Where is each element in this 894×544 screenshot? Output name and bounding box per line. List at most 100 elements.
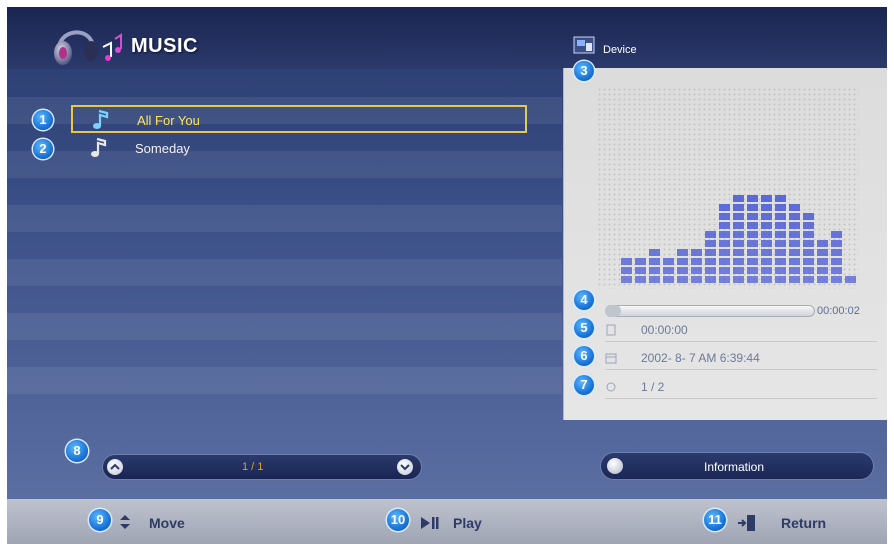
equalizer-bar-segment [649, 267, 660, 274]
equalizer-bar-segment [677, 267, 688, 274]
track-title: Someday [135, 141, 190, 156]
equalizer-bar-segment [775, 213, 786, 220]
equalizer-bar-segment [733, 222, 744, 229]
equalizer-bar-segment [775, 222, 786, 229]
info-row-elapsed: 00:00:00 [605, 320, 877, 342]
equalizer-bar-segment [803, 222, 814, 229]
equalizer-bar-segment [733, 267, 744, 274]
equalizer-bar-segment [719, 204, 730, 211]
equalizer-bar-segment [789, 231, 800, 238]
file-icon [606, 324, 616, 336]
equalizer-bar-segment [761, 222, 772, 229]
equalizer-bar-segment [719, 240, 730, 247]
equalizer-bar-segment [789, 240, 800, 247]
equalizer-bar-segment [775, 195, 786, 202]
page-down-button[interactable] [397, 459, 413, 475]
equalizer-bar-segment [635, 276, 646, 283]
equalizer-bar-segment [649, 258, 660, 265]
equalizer-bar-segment [775, 267, 786, 274]
equalizer-bar-segment [733, 240, 744, 247]
track-index: 1 / 2 [641, 380, 665, 394]
equalizer-bar-segment [761, 195, 772, 202]
elapsed-time: 00:00:00 [641, 323, 688, 337]
play-hint: Play [453, 515, 482, 531]
equalizer-bar-segment [677, 276, 688, 283]
callout-badge-3: 3 [574, 61, 594, 81]
equalizer-bar-segment [719, 231, 730, 238]
equalizer-bar-segment [733, 258, 744, 265]
equalizer-bar-segment [761, 231, 772, 238]
track-title: All For You [137, 113, 200, 128]
equalizer-bar-segment [705, 240, 716, 247]
progress-knob[interactable] [605, 305, 621, 317]
callout-badge-8: 8 [66, 440, 88, 462]
device-icon [573, 36, 595, 54]
equalizer-bar-segment [775, 231, 786, 238]
list-item[interactable]: Someday [71, 135, 527, 163]
equalizer-bar-segment [831, 276, 842, 283]
equalizer-bar-segment [677, 258, 688, 265]
equalizer-bar-segment [705, 258, 716, 265]
equalizer-bar-segment [663, 267, 674, 274]
equalizer-bar-segment [831, 258, 842, 265]
progress-bar[interactable] [605, 305, 815, 317]
equalizer-bar-segment [803, 231, 814, 238]
equalizer-bar-segment [747, 276, 758, 283]
equalizer-bar-segment [775, 276, 786, 283]
equalizer-visualizer [597, 87, 859, 289]
equalizer-bar-segment [761, 267, 772, 274]
equalizer-bar-segment [803, 213, 814, 220]
equalizer-bar-segment [817, 240, 828, 247]
equalizer-bar-segment [677, 249, 688, 256]
info-row-track: 1 / 2 [605, 377, 877, 399]
equalizer-bar-segment [817, 258, 828, 265]
equalizer-bar-segment [747, 231, 758, 238]
equalizer-bar-segment [789, 258, 800, 265]
equalizer-bar-segment [733, 213, 744, 220]
device-label: Device [603, 44, 637, 56]
page-up-button[interactable] [107, 459, 123, 475]
equalizer-bar-segment [817, 276, 828, 283]
equalizer-bar-segment [705, 267, 716, 274]
equalizer-bar-segment [649, 249, 660, 256]
equalizer-bar-segment [747, 222, 758, 229]
equalizer-bar-segment [747, 249, 758, 256]
equalizer-bar-segment [775, 249, 786, 256]
callout-badge-6: 6 [574, 346, 594, 366]
return-hint: Return [781, 515, 827, 531]
equalizer-bar-segment [789, 204, 800, 211]
equalizer-bar-segment [747, 213, 758, 220]
equalizer-bar-segment [747, 195, 758, 202]
callout-badge-2: 2 [33, 139, 53, 159]
equalizer-bar-segment [733, 249, 744, 256]
callout-badge-10: 10 [387, 509, 409, 531]
equalizer-bar-segment [733, 231, 744, 238]
equalizer-bar-segment [789, 267, 800, 274]
chevron-down-icon [400, 464, 410, 471]
list-stripe [7, 313, 562, 340]
list-item[interactable]: All For You [71, 105, 527, 133]
equalizer-bar-segment [761, 240, 772, 247]
equalizer-bar-segment [705, 231, 716, 238]
equalizer-bar-segment [621, 267, 632, 274]
equalizer-bar-segment [663, 276, 674, 283]
equalizer-bar-segment [831, 267, 842, 274]
equalizer-bar-segment [761, 249, 772, 256]
equalizer-bar-segment [747, 267, 758, 274]
equalizer-bar-segment [831, 240, 842, 247]
list-stripe [7, 367, 562, 394]
equalizer-bar-segment [719, 213, 730, 220]
equalizer-bar-segment [635, 267, 646, 274]
equalizer-bar-segment [719, 222, 730, 229]
equalizer-bar-segment [691, 276, 702, 283]
equalizer-bar-segment [649, 276, 660, 283]
equalizer-bar-segment [621, 276, 632, 283]
equalizer-bar-segment [831, 249, 842, 256]
equalizer-bar-segment [831, 231, 842, 238]
return-icon [738, 515, 755, 531]
footer-hints: 9 Move 10 Play 11 Return [7, 499, 887, 544]
equalizer-bar-segment [803, 267, 814, 274]
callout-badge-5: 5 [574, 318, 594, 338]
file-date: 2002- 8- 7 AM 6:39:44 [641, 351, 760, 365]
equalizer-bar-segment [817, 267, 828, 274]
